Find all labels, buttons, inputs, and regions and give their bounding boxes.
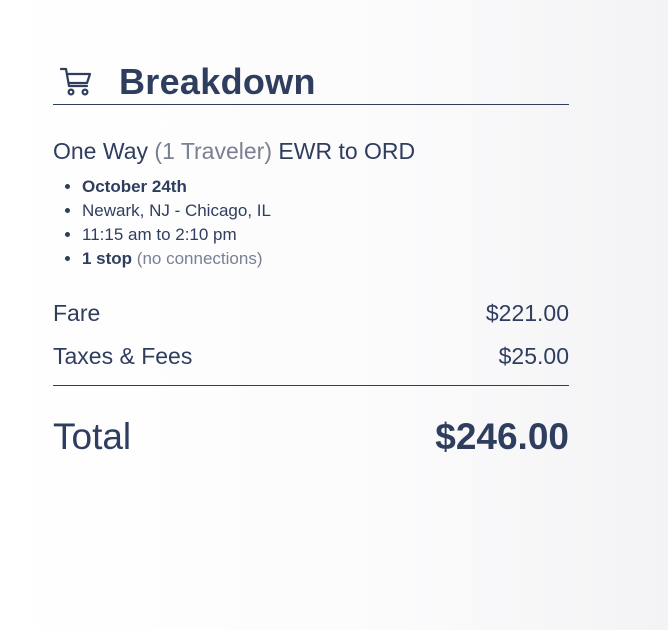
fare-label: Fare <box>53 299 101 326</box>
total-amount: $246.00 <box>435 416 569 457</box>
detail-time: 11:15 am to 2:10 pm <box>82 223 569 247</box>
trip-type: One Way <box>53 138 149 164</box>
taxes-row: Taxes & Fees $25.00 <box>53 333 569 379</box>
shopping-cart-icon <box>59 67 92 96</box>
breakdown-title: Breakdown <box>119 61 316 102</box>
breakdown-header: Breakdown <box>53 60 569 105</box>
detail-date: October 24th <box>82 175 569 199</box>
breakdown-panel: Breakdown One Way (1 Traveler) EWR to OR… <box>53 60 569 458</box>
fare-row: Fare $221.00 <box>53 293 569 333</box>
fare-amount: $221.00 <box>485 299 569 326</box>
total-row: Total $246.00 <box>53 416 569 458</box>
detail-connections: (no connections) <box>136 249 263 268</box>
traveler-count: (1 Traveler) <box>154 138 272 164</box>
taxes-label: Taxes & Fees <box>53 342 193 369</box>
taxes-amount: $25.00 <box>498 342 569 369</box>
trip-title: One Way (1 Traveler) EWR to ORD <box>53 138 569 165</box>
trip-details-list: October 24th Newark, NJ - Chicago, IL 11… <box>82 175 569 271</box>
total-label: Total <box>53 416 132 457</box>
trip-route: EWR to ORD <box>278 138 416 164</box>
detail-cities: Newark, NJ - Chicago, IL <box>82 199 569 223</box>
total-divider <box>53 385 569 386</box>
detail-stops: 1 stop (no connections) <box>82 247 569 271</box>
